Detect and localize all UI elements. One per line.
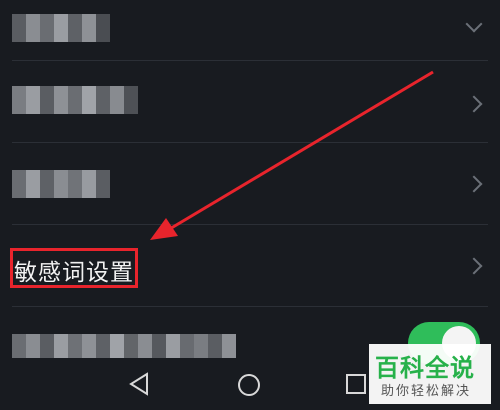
watermark-subtitle: 助你轻松解决 [381,384,472,399]
watermark-title: 百科全说 [375,354,475,382]
watermark-logo: 百科全说 助你轻松解决 [369,344,491,404]
triangle-back-icon[interactable] [128,372,150,396]
circle-home-icon[interactable] [236,372,262,398]
square-recents-icon[interactable] [344,372,368,396]
